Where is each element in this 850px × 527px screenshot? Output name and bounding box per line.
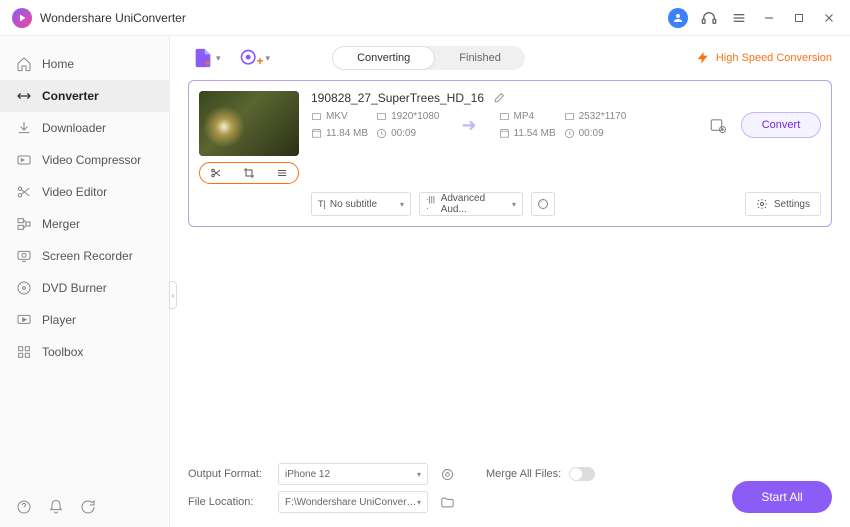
audio-select[interactable]: ·|||· Advanced Aud... ▾ <box>419 192 523 216</box>
main-panel: + ▾ + ▾ Converting Finished High Speed C… <box>170 36 850 527</box>
sidebar-item-home[interactable]: Home <box>0 48 169 80</box>
sidebar-item-compressor[interactable]: Video Compressor <box>0 144 169 176</box>
file-name: 190828_27_SuperTrees_HD_16 <box>311 91 484 105</box>
sidebar-item-toolbox[interactable]: Toolbox <box>0 336 169 368</box>
converter-icon <box>16 88 32 104</box>
compress-icon <box>16 152 32 168</box>
svg-text:+: + <box>205 59 211 69</box>
status-tabs: Converting Finished <box>332 46 525 70</box>
record-icon <box>16 248 32 264</box>
settings-button[interactable]: Settings <box>745 192 821 216</box>
arrow-icon: ➜ <box>461 115 476 136</box>
target-duration: 00:09 <box>579 128 604 139</box>
source-resolution: 1920*1080 <box>391 111 439 122</box>
home-icon <box>16 56 32 72</box>
source-duration: 00:09 <box>391 128 416 139</box>
user-avatar[interactable] <box>668 8 688 28</box>
sidebar-item-label: Video Editor <box>42 185 107 199</box>
feedback-icon[interactable] <box>80 499 96 515</box>
format-settings-icon[interactable] <box>438 467 456 482</box>
subtitle-select[interactable]: T| No subtitle ▾ <box>311 192 411 216</box>
sidebar-item-label: DVD Burner <box>42 281 107 295</box>
add-file-button[interactable]: + ▾ <box>188 43 225 73</box>
target-format: MP4 <box>514 111 535 122</box>
output-format-label: Output Format: <box>188 468 268 480</box>
sidebar-item-label: Player <box>42 313 76 327</box>
sidebar-item-label: Screen Recorder <box>42 249 133 263</box>
video-thumbnail[interactable] <box>199 91 299 156</box>
file-location-select[interactable]: F:\Wondershare UniConverter ▾ <box>278 491 428 513</box>
info-icon[interactable] <box>531 192 555 216</box>
start-all-button[interactable]: Start All <box>732 481 832 513</box>
convert-button[interactable]: Convert <box>741 112 821 138</box>
app-logo <box>12 8 32 28</box>
menu-icon[interactable] <box>730 9 748 27</box>
add-disc-button[interactable]: + ▾ <box>235 44 275 72</box>
file-card: 190828_27_SuperTrees_HD_16 MKV 11.84 MB … <box>188 80 832 227</box>
help-icon[interactable] <box>16 499 32 515</box>
output-settings-icon[interactable] <box>709 116 727 134</box>
effects-icon[interactable] <box>276 167 288 179</box>
high-speed-toggle[interactable]: High Speed Conversion <box>696 51 832 65</box>
target-size: 11.54 MB <box>514 128 556 139</box>
sidebar-item-downloader[interactable]: Downloader <box>0 112 169 144</box>
folder-icon[interactable] <box>438 495 456 510</box>
minimize-button[interactable] <box>760 9 778 27</box>
merge-label: Merge All Files: <box>486 468 561 480</box>
source-size: 11.84 MB <box>326 128 368 139</box>
disc-icon <box>16 280 32 296</box>
sidebar: Home Converter Downloader Video Compress… <box>0 36 170 527</box>
sidebar-item-dvd[interactable]: DVD Burner <box>0 272 169 304</box>
maximize-button[interactable] <box>790 9 808 27</box>
scissors-icon <box>16 184 32 200</box>
sidebar-item-editor[interactable]: Video Editor <box>0 176 169 208</box>
sidebar-item-merger[interactable]: Merger <box>0 208 169 240</box>
close-button[interactable] <box>820 9 838 27</box>
sidebar-item-label: Toolbox <box>42 345 83 359</box>
tab-converting[interactable]: Converting <box>332 46 435 70</box>
sidebar-item-converter[interactable]: Converter <box>0 80 169 112</box>
sidebar-item-label: Video Compressor <box>42 153 141 167</box>
sidebar-item-label: Home <box>42 57 74 71</box>
rename-icon[interactable] <box>492 92 505 105</box>
merge-toggle[interactable] <box>569 467 595 481</box>
sidebar-item-label: Downloader <box>42 121 106 135</box>
target-resolution: 2532*1170 <box>579 111 627 122</box>
sidebar-item-label: Merger <box>42 217 80 231</box>
play-icon <box>16 312 32 328</box>
titlebar: Wondershare UniConverter <box>0 0 850 36</box>
edit-tools <box>199 162 299 184</box>
headset-icon[interactable] <box>700 9 718 27</box>
source-format: MKV <box>326 111 348 122</box>
trim-icon[interactable] <box>210 167 222 179</box>
sidebar-item-label: Converter <box>42 89 99 103</box>
file-location-label: File Location: <box>188 496 268 508</box>
sidebar-item-player[interactable]: Player <box>0 304 169 336</box>
grid-icon <box>16 344 32 360</box>
tab-finished[interactable]: Finished <box>435 46 525 70</box>
output-format-select[interactable]: iPhone 12 ▾ <box>278 463 428 485</box>
sidebar-collapse-button[interactable]: ‹ <box>169 281 177 309</box>
merge-icon <box>16 216 32 232</box>
sidebar-item-recorder[interactable]: Screen Recorder <box>0 240 169 272</box>
bell-icon[interactable] <box>48 499 64 515</box>
download-icon <box>16 120 32 136</box>
app-title: Wondershare UniConverter <box>40 11 186 25</box>
crop-icon[interactable] <box>243 167 255 179</box>
